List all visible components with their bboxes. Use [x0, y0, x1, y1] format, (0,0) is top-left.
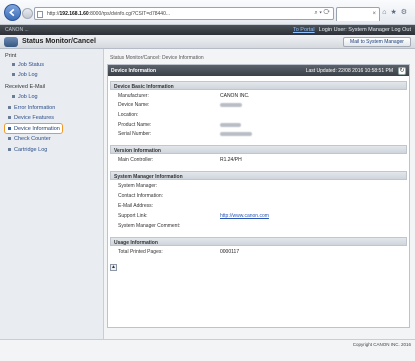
browser-menu-icons[interactable]: ⌂★⚙: [382, 8, 411, 16]
product-name-value-redacted: [220, 122, 241, 128]
url-text: http://192.168.1.60:8000/rps/dvinfo.cgi?…: [47, 11, 171, 17]
refresh-icon[interactable]: ↻: [398, 67, 406, 75]
home-icon[interactable]: [4, 37, 18, 47]
sidebar-item-check-counter[interactable]: Check Counter: [8, 136, 51, 142]
app-topbar: CANON ... To Portal Login User: System Ma…: [0, 25, 415, 35]
bullet-icon: [12, 73, 15, 77]
bullet-icon: [12, 63, 15, 67]
device-name-value-redacted: [220, 102, 242, 108]
manufacturer-label: Manufacturer:: [118, 93, 149, 99]
device-name-label: Device Name:: [118, 102, 150, 108]
support-link[interactable]: http://www.canon.com: [220, 213, 269, 219]
device-name-header: CANON ...: [5, 27, 29, 33]
section-version-information: Version Information: [110, 145, 407, 154]
sidebar-item-cartridge-log[interactable]: Cartridge Log: [8, 147, 47, 153]
total-printed-pages-value: 0000117: [220, 249, 240, 255]
bullet-icon: [8, 127, 11, 131]
panel-header: Device Information Last Updated: 22/08 2…: [108, 65, 409, 76]
device-information-panel: Device Information Last Updated: 22/08 2…: [107, 64, 410, 328]
last-updated-text: Last Updated: 22/08 2016 10:58:51 PM: [305, 68, 393, 74]
contact-information-label: Contact Information:: [118, 193, 164, 199]
page-icon: [37, 11, 43, 18]
address-bar[interactable]: http://192.168.1.60:8000/rps/dvinfo.cgi?…: [34, 7, 334, 20]
bullet-icon: [8, 116, 11, 120]
to-portal-link[interactable]: To Portal: [293, 27, 315, 33]
main-controller-label: Main Controller:: [118, 157, 154, 163]
log-out-link[interactable]: Log Out: [391, 27, 411, 33]
app-titlebar: Status Monitor/Cancel Mail to System Man…: [0, 35, 415, 49]
topbar-right: To Portal Login User: System Manager Log …: [293, 27, 411, 33]
bullet-icon: [12, 95, 15, 99]
main-controller-value: R1.24/PH: [220, 157, 242, 163]
section-usage-information: Usage Information: [110, 237, 407, 246]
sidebar-item-job-status[interactable]: Job Status: [12, 62, 44, 68]
main-content: Status Monitor/Cancel: Device Informatio…: [107, 52, 410, 338]
browser-tab[interactable]: ×: [336, 7, 380, 21]
sidebar: Print Job Status Job Log Received E-Mail…: [0, 49, 104, 339]
sidebar-item-device-information[interactable]: Device Information: [4, 123, 63, 134]
system-manager-label: System Manager:: [118, 183, 158, 189]
browser-toolbar: http://192.168.1.60:8000/rps/dvinfo.cgi?…: [0, 0, 415, 25]
bullet-icon: [8, 148, 11, 152]
bullet-icon: [8, 106, 11, 110]
section-system-manager-information: System Manager Information: [110, 171, 407, 180]
mail-to-system-manager-button[interactable]: Mail to System Manager: [343, 37, 411, 47]
close-tab-icon[interactable]: ×: [372, 11, 376, 17]
sidebar-item-device-features[interactable]: Device Features: [8, 115, 54, 121]
manufacturer-value: CANON INC.: [220, 93, 250, 99]
sidebar-item-error-information[interactable]: Error Information: [8, 105, 55, 111]
sidebar-item-job-log-mail[interactable]: Job Log: [12, 94, 38, 100]
bullet-icon: [8, 137, 11, 141]
breadcrumb: Status Monitor/Cancel: Device Informatio…: [110, 55, 204, 61]
serial-number-label: Serial Number:: [118, 131, 152, 137]
back-to-top-icon[interactable]: ▲: [110, 264, 117, 271]
product-name-label: Product Name:: [118, 122, 152, 128]
address-tools-icon[interactable]: ⌕ ▾ ⟳: [314, 10, 330, 17]
support-link-label: Support Link:: [118, 213, 148, 219]
footer: Copyright CANON INC. 2016: [0, 339, 415, 361]
panel-title: Device Information: [111, 68, 157, 74]
total-printed-pages-label: Total Printed Pages:: [118, 249, 163, 255]
serial-number-value-redacted: [220, 131, 252, 137]
back-button[interactable]: [4, 4, 21, 21]
section-device-basic-information: Device Basic Information: [110, 81, 407, 90]
sidebar-head-received-email: Received E-Mail: [5, 84, 46, 90]
email-address-label: E-Mail Address:: [118, 203, 154, 209]
forward-button[interactable]: [22, 8, 33, 19]
location-label: Location:: [118, 112, 139, 118]
sidebar-item-job-log-print[interactable]: Job Log: [12, 72, 38, 78]
sidebar-head-print: Print: [5, 53, 17, 59]
system-manager-comment-label: System Manager Comment:: [118, 223, 181, 229]
login-user-text: Login User: System Manager: [318, 27, 390, 33]
arrow-left-icon: [9, 8, 15, 17]
page-title: Status Monitor/Cancel: [22, 38, 96, 45]
copyright-text: Copyright CANON INC. 2016: [352, 342, 411, 347]
